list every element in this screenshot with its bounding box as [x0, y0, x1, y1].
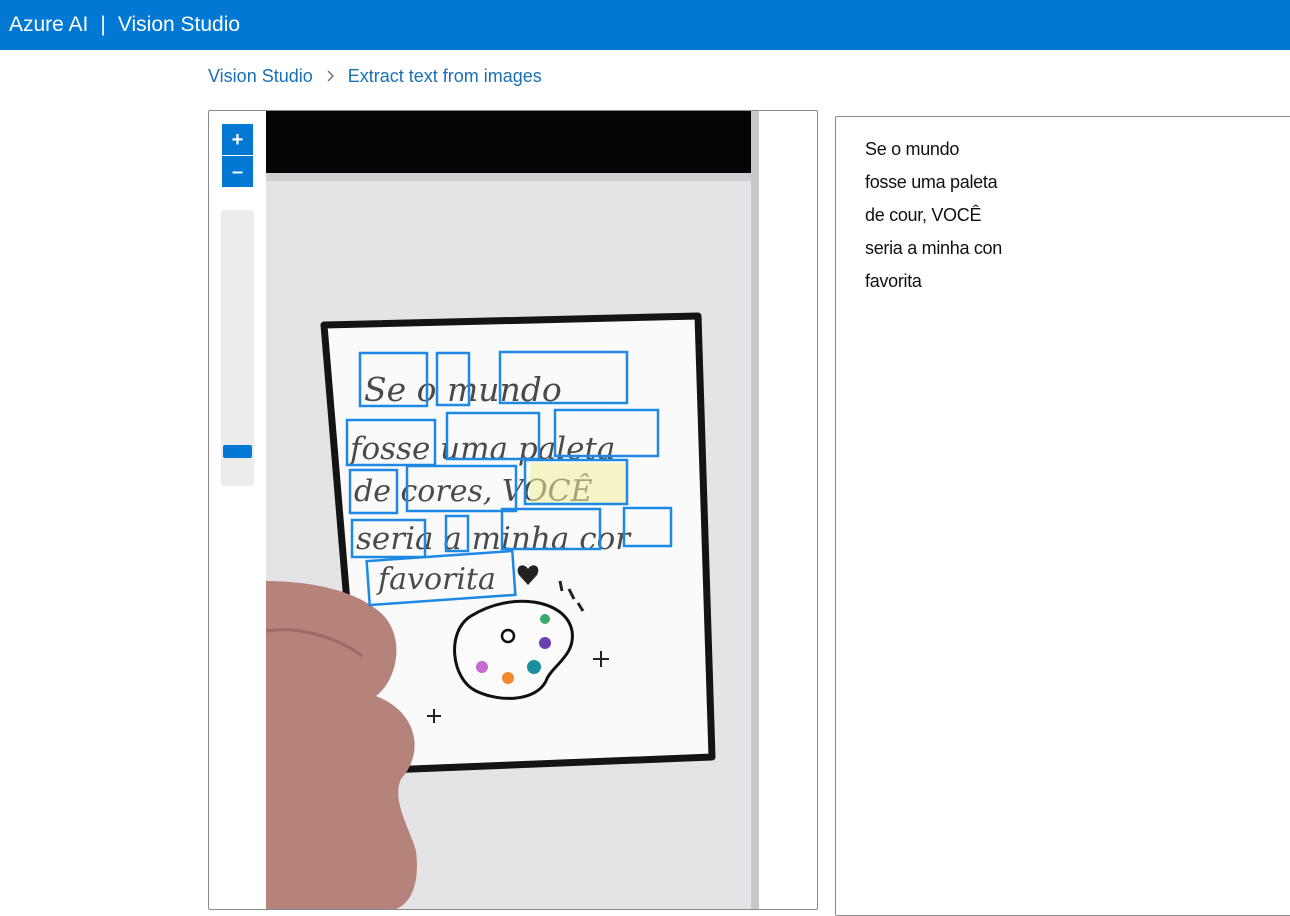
- product-name[interactable]: Vision Studio: [118, 13, 240, 37]
- zoom-out-button[interactable]: –: [222, 156, 253, 187]
- zoom-in-button[interactable]: +: [222, 124, 253, 155]
- top-bar: Azure AI | Vision Studio: [0, 0, 1290, 50]
- chevron-right-icon: [326, 69, 335, 85]
- zoom-slider[interactable]: [221, 210, 254, 486]
- zoom-slider-thumb[interactable]: [223, 445, 252, 458]
- header-separator: |: [100, 13, 106, 36]
- image-viewer[interactable]: + – Se o mundo fosse uma paleta de cores…: [208, 110, 818, 910]
- brand-name[interactable]: Azure AI: [9, 13, 88, 37]
- handwriting-line-2: fosse uma paleta: [348, 431, 615, 467]
- breadcrumb: Vision Studio Extract text from images: [208, 66, 542, 87]
- result-line-5: favorita: [865, 271, 922, 291]
- result-line-2: fosse uma paleta: [865, 172, 998, 192]
- breadcrumb-home-link[interactable]: Vision Studio: [208, 66, 313, 87]
- breadcrumb-current-link[interactable]: Extract text from images: [348, 66, 542, 87]
- result-line-4: seria a minha con: [865, 238, 1002, 258]
- uploaded-image: Se o mundo fosse uma paleta de cores, VO…: [266, 111, 759, 909]
- handwriting-line-5: favorita: [376, 562, 496, 597]
- result-line-3: de cour, VOCÊ: [865, 205, 982, 225]
- result-line-1: Se o mundo: [865, 139, 960, 159]
- extracted-text-panel: Se o mundo fosse uma paleta de cour, VOC…: [835, 116, 1290, 916]
